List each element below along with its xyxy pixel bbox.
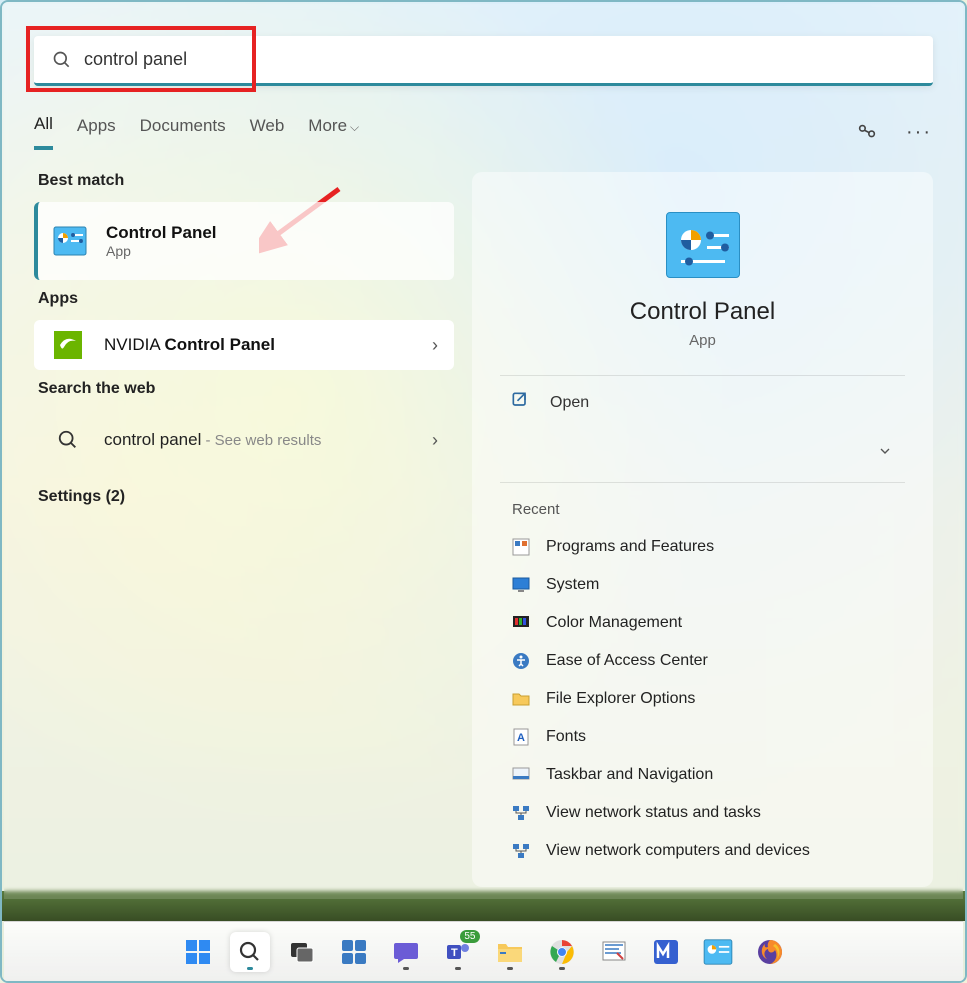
search-flyout: All Apps Documents Web More⌵ ··· Best ma… (4, 4, 963, 899)
tab-all[interactable]: All (34, 114, 53, 150)
chevron-right-icon: › (432, 430, 438, 451)
open-action[interactable]: Open (492, 376, 913, 429)
apps-header: Apps (38, 290, 454, 308)
tab-more[interactable]: More⌵ (308, 116, 359, 148)
app-result-title: NVIDIA Control Panel (104, 335, 275, 354)
app-result-nvidia[interactable]: NVIDIA Control Panel › (34, 320, 454, 370)
best-match-header: Best match (38, 172, 454, 190)
taskbar-start[interactable] (178, 932, 218, 972)
taskbar-app-m[interactable] (646, 932, 686, 972)
web-result-hint: - See web results (201, 432, 321, 449)
taskbar: T 55 (4, 921, 963, 981)
recent-item[interactable]: A Fonts (492, 718, 913, 756)
recent-list: Programs and Features System Color Manag… (492, 528, 913, 870)
recent-item[interactable]: View network computers and devices (492, 832, 913, 870)
control-panel-icon (52, 223, 88, 259)
best-match-title: Control Panel (106, 223, 438, 243)
folder-options-icon (510, 688, 532, 710)
system-icon (510, 574, 532, 596)
recent-label: View network status and tasks (546, 804, 761, 822)
search-icon (50, 422, 86, 458)
chevron-down-icon (877, 443, 893, 464)
more-options-button[interactable]: ··· (905, 118, 933, 146)
color-icon (510, 612, 532, 634)
taskbar-chat[interactable] (386, 932, 426, 972)
taskbar-firefox[interactable] (750, 932, 790, 972)
taskbar-chrome[interactable] (542, 932, 582, 972)
taskbar-widgets[interactable] (334, 932, 374, 972)
tab-documents[interactable]: Documents (140, 116, 226, 148)
recent-label: File Explorer Options (546, 690, 695, 708)
recent-label: Programs and Features (546, 538, 714, 556)
svg-text:A: A (517, 732, 525, 744)
recent-label: Fonts (546, 728, 586, 746)
taskbar-snip[interactable] (594, 932, 634, 972)
preview-subtitle: App (492, 332, 913, 349)
recent-label: Taskbar and Navigation (546, 766, 713, 784)
recent-item[interactable]: Ease of Access Center (492, 642, 913, 680)
search-input[interactable] (84, 49, 915, 70)
recent-item[interactable]: Programs and Features (492, 528, 913, 566)
taskbar-teams[interactable]: T 55 (438, 932, 478, 972)
taskbar-task-view[interactable] (282, 932, 322, 972)
tab-apps[interactable]: Apps (77, 116, 116, 148)
share-across-devices-button[interactable] (853, 118, 881, 146)
search-icon (52, 50, 72, 70)
preview-title: Control Panel (492, 298, 913, 326)
network-devices-icon (510, 840, 532, 862)
divider (500, 482, 905, 483)
recent-item[interactable]: File Explorer Options (492, 680, 913, 718)
chevron-down-icon: ⌵ (350, 120, 359, 134)
chevron-right-icon: › (432, 335, 438, 356)
best-match-result[interactable]: Control Panel App (34, 202, 454, 280)
best-match-subtitle: App (106, 243, 438, 259)
programs-icon (510, 536, 532, 558)
recent-label: System (546, 576, 599, 594)
taskbar-control-panel[interactable] (698, 932, 738, 972)
tab-web[interactable]: Web (250, 116, 285, 148)
ease-icon (510, 650, 532, 672)
web-result-query: control panel (104, 430, 201, 449)
network-status-icon (510, 802, 532, 824)
taskbar-file-explorer[interactable] (490, 932, 530, 972)
recent-label: Color Management (546, 614, 682, 632)
preview-app-icon (666, 212, 740, 278)
settings-header[interactable]: Settings (2) (38, 488, 454, 506)
taskbar-search[interactable] (230, 932, 270, 972)
taskbar-icon (510, 764, 532, 786)
expand-actions[interactable] (492, 429, 913, 478)
recent-item[interactable]: Taskbar and Navigation (492, 756, 913, 794)
recent-header: Recent (512, 501, 913, 518)
badge-count: 55 (460, 930, 479, 943)
recent-item[interactable]: View network status and tasks (492, 794, 913, 832)
search-box[interactable] (34, 36, 933, 86)
svg-text:T: T (451, 947, 458, 959)
recent-label: View network computers and devices (546, 842, 810, 860)
fonts-icon: A (510, 726, 532, 748)
web-result[interactable]: control panel - See web results › (34, 410, 454, 470)
recent-item[interactable]: System (492, 566, 913, 604)
recent-label: Ease of Access Center (546, 652, 708, 670)
web-header: Search the web (38, 380, 454, 398)
filter-tabs: All Apps Documents Web More⌵ ··· (34, 114, 933, 150)
recent-item[interactable]: Color Management (492, 604, 913, 642)
open-icon (510, 390, 536, 415)
nvidia-icon (50, 327, 86, 363)
open-label: Open (550, 394, 589, 412)
